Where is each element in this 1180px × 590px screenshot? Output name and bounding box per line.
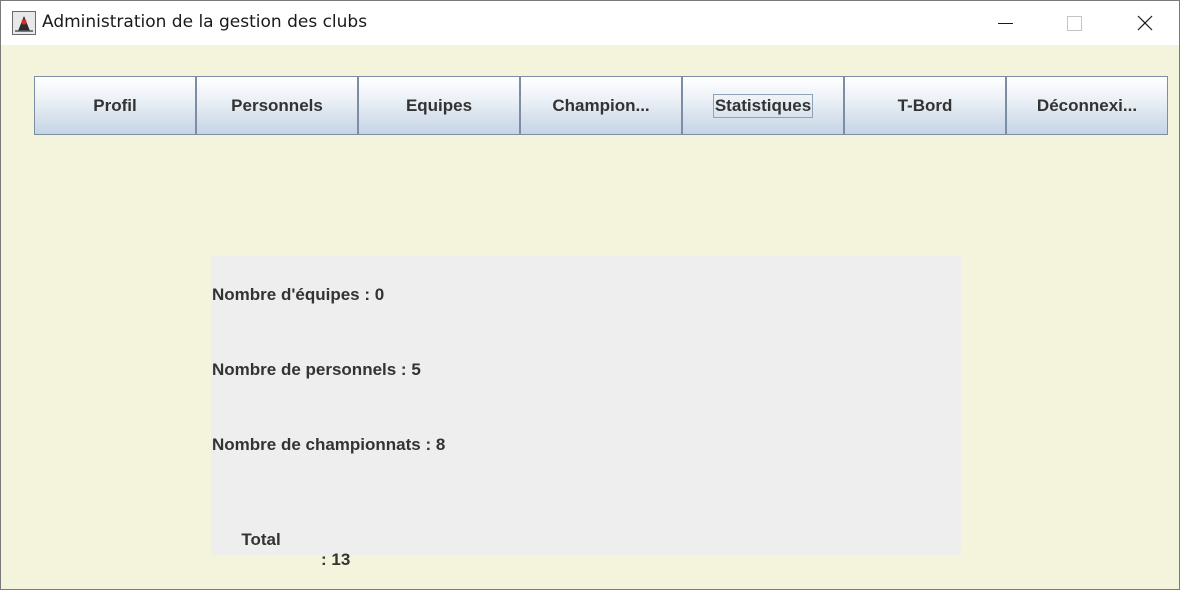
close-icon <box>1137 15 1153 31</box>
statistics-panel: Nombre d'équipes : 0 Nombre de personnel… <box>211 256 961 569</box>
stat-nombre-personnels: Nombre de personnels : 5 <box>212 360 421 379</box>
window-title: Administration de la gestion des clubs <box>42 12 368 32</box>
minimize-icon <box>998 23 1013 24</box>
stat-total: Total : 13 <box>213 510 350 589</box>
java-duke-icon <box>12 11 36 35</box>
tab-label: Equipes <box>405 95 473 115</box>
tab-t-bord[interactable]: T-Bord <box>844 76 1006 135</box>
minimize-button[interactable] <box>970 1 1040 45</box>
app-window: Administration de la gestion des clubs P… <box>0 0 1180 590</box>
tab-deconnexion[interactable]: Déconnexi... <box>1006 76 1168 135</box>
tab-label: T-Bord <box>897 95 953 115</box>
tab-championnats[interactable]: Champion... <box>520 76 682 135</box>
tab-label: Champion... <box>552 95 650 115</box>
tab-label: Personnels <box>231 95 323 115</box>
stat-total-label: Total <box>241 530 281 549</box>
stat-total-value: : 13 <box>321 550 351 569</box>
tab-label: Déconnexi... <box>1036 95 1138 115</box>
stat-nombre-championnats: Nombre de championnats : 8 <box>212 435 446 454</box>
tab-personnels[interactable]: Personnels <box>196 76 358 135</box>
close-button[interactable] <box>1109 1 1179 45</box>
maximize-button[interactable] <box>1040 1 1110 45</box>
title-bar[interactable]: Administration de la gestion des clubs <box>1 1 1179 45</box>
tab-label: Statistiques <box>712 93 814 118</box>
tab-profil[interactable]: Profil <box>34 76 196 135</box>
tab-statistiques[interactable]: Statistiques <box>682 76 844 135</box>
stat-nombre-equipes: Nombre d'équipes : 0 <box>212 285 385 304</box>
maximize-icon <box>1067 16 1082 31</box>
tab-bar: Profil Personnels Equipes Champion... St… <box>34 76 1168 135</box>
tab-label: Profil <box>93 95 137 115</box>
tab-equipes[interactable]: Equipes <box>358 76 520 135</box>
